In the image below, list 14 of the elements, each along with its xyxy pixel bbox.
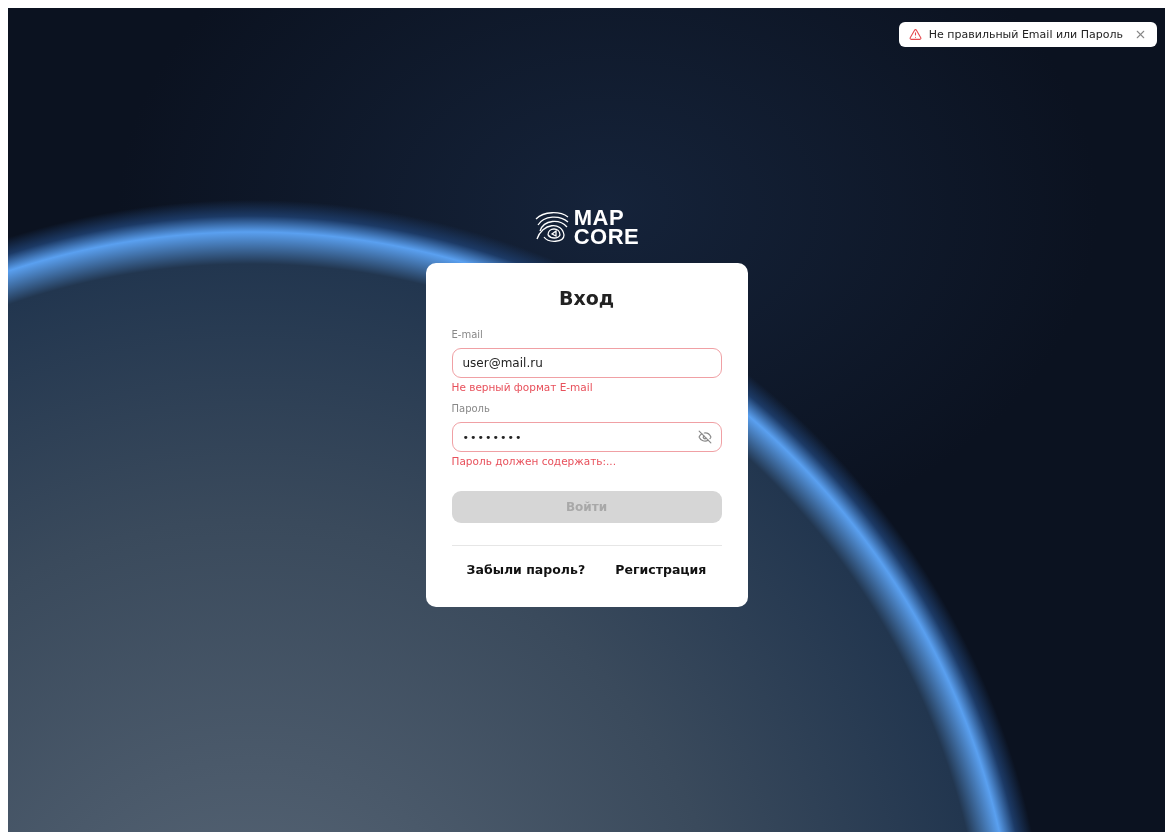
form-title: Вход [557,287,616,309]
warning-icon [908,28,922,41]
email-field[interactable]: user@mail.ru [451,348,722,378]
field-label: Пароль [451,403,491,414]
toast-message: Не правильный Email или Пароль [928,28,1123,41]
eye-off-icon[interactable] [697,430,712,444]
password-field[interactable]: •••••••• [451,422,722,452]
field-label: E-mail [451,329,484,340]
form-link[interactable]: Забыли пароль? [466,562,586,577]
error-message: Не верный формат E-mail [451,381,594,393]
logo-text: MAP CORE [573,208,640,246]
form-link[interactable]: Регистрация [615,562,707,577]
logo-icon [533,209,570,245]
error-message: Пароль должен содержать:... [451,455,617,467]
